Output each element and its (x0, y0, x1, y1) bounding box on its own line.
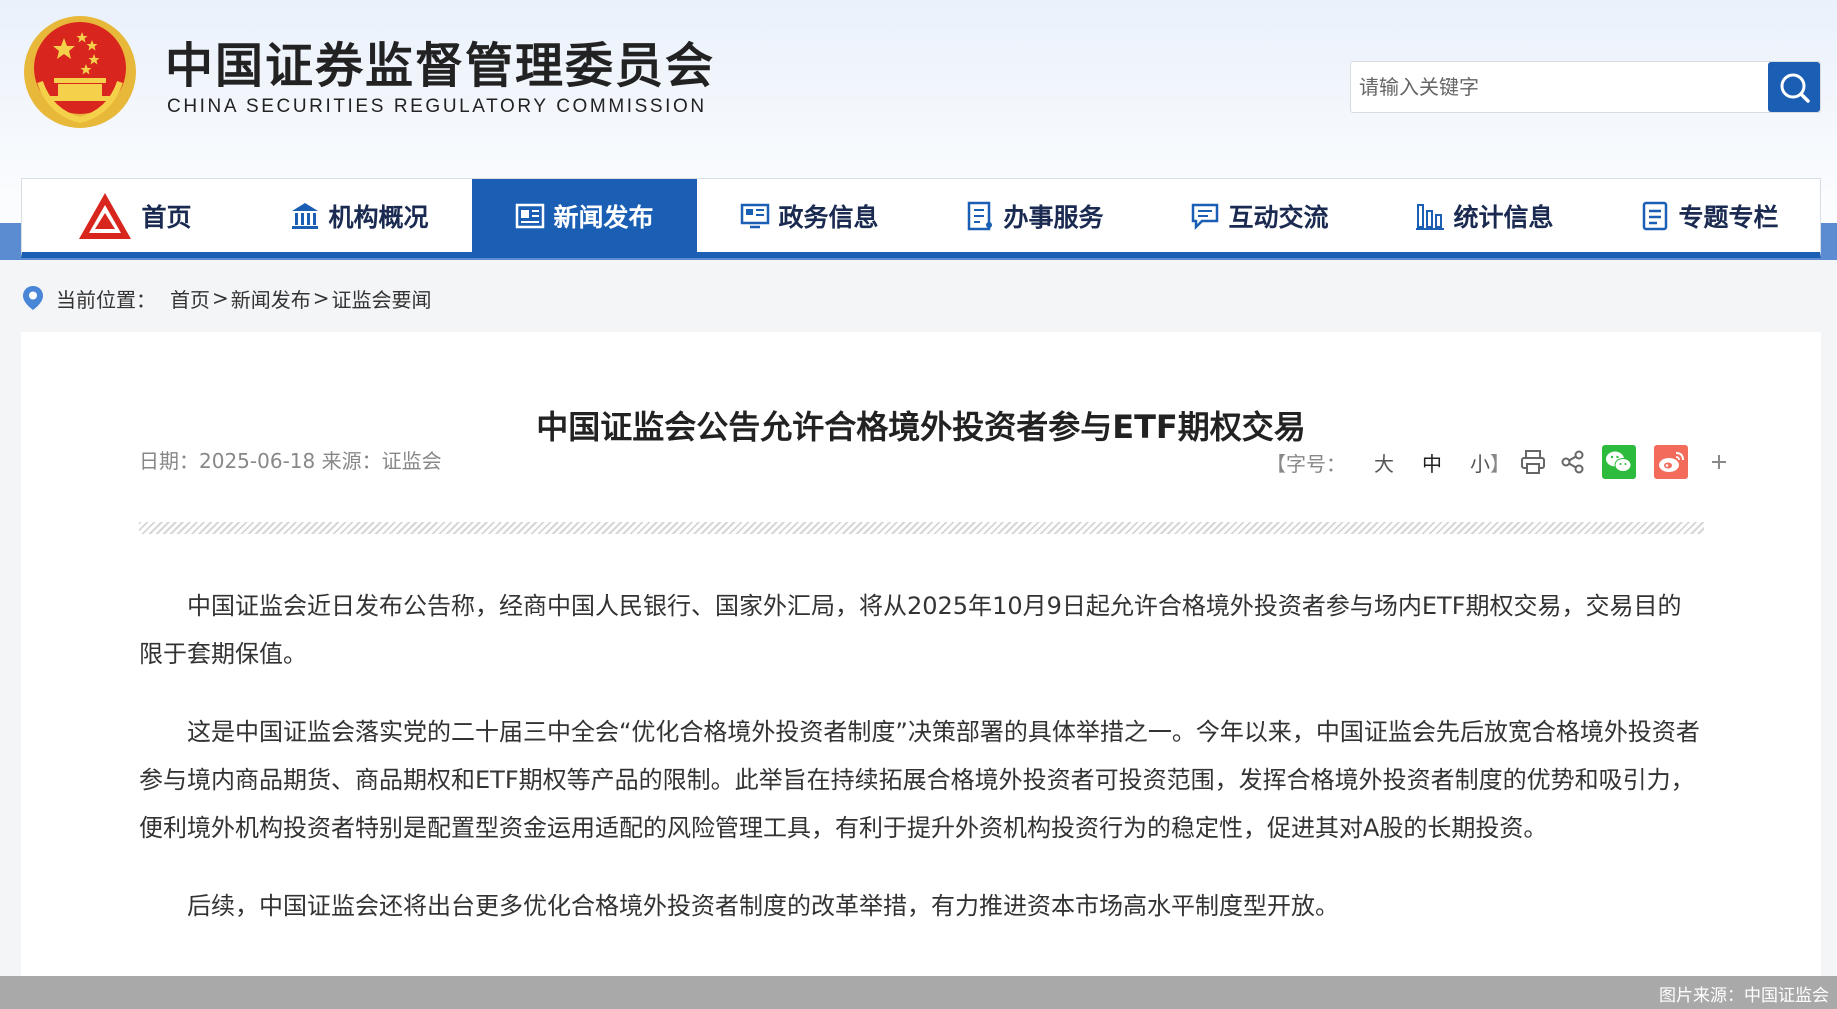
list-icon (1640, 201, 1670, 231)
image-credit: 图片来源：中国证监会 (1659, 986, 1829, 1006)
nav-item-government-info[interactable]: 政务信息 (697, 179, 922, 253)
nav-item-statistics[interactable]: 统计信息 (1372, 179, 1597, 253)
breadcrumb-link-home[interactable]: 首页 (170, 284, 210, 313)
more-plus-icon[interactable] (1702, 445, 1736, 479)
nav-label: 机构概况 (328, 203, 429, 232)
breadcrumb-link-csrc-news[interactable]: 证监会要闻 (332, 284, 432, 313)
site-title-cn[interactable]: 中国证券监督管理委员会 (165, 26, 715, 96)
nav-label: 首页 (141, 203, 192, 232)
search-icon (1780, 73, 1810, 103)
breadcrumb-prefix: 当前位置： (56, 287, 156, 312)
article-tools: 【字号： 大 中 小 】 (1266, 442, 1736, 482)
font-size-label: 【字号： (1266, 451, 1346, 476)
nav-item-news[interactable]: 新闻发布 (472, 179, 697, 253)
title-divider (139, 522, 1704, 534)
breadcrumb-link-news[interactable]: 新闻发布 (231, 284, 311, 313)
article-paragraph: 这是中国证监会落实党的二十届三中全会“优化合格境外投资者制度”决策部署的具体举措… (139, 718, 1700, 842)
nav-label: 统计信息 (1453, 203, 1554, 232)
newspaper-icon (515, 201, 545, 231)
search-input[interactable] (1351, 62, 1769, 112)
print-icon[interactable] (1516, 445, 1550, 479)
nav-item-services[interactable]: 办事服务 (922, 179, 1147, 253)
search-box (1350, 61, 1821, 113)
nav-label: 专题专栏 (1678, 203, 1779, 232)
wechat-share-icon[interactable] (1602, 445, 1636, 479)
image-credit-bar: 图片来源：中国证监会 (0, 976, 1837, 1009)
breadcrumb: 当前位置： 首页 > 新闻发布 > 证监会要闻 (22, 283, 432, 313)
article-body: 中国证监会近日发布公告称，经商中国人民银行、国家外汇局，将从2025年10月9日… (139, 582, 1704, 960)
nav-label: 互动交流 (1228, 203, 1329, 232)
bar-chart-icon (1415, 201, 1445, 231)
document-icon (965, 201, 995, 231)
font-size-small-button[interactable]: 小 (1470, 448, 1490, 477)
nav-label: 办事服务 (1003, 203, 1104, 232)
article-paragraph: 后续，中国证监会还将出台更多优化合格境外投资者制度的改革举措，有力推进资本市场高… (187, 892, 1339, 920)
nav-item-home[interactable]: 首页 (22, 179, 247, 253)
csrc-logo-icon (77, 191, 133, 241)
share-icon[interactable] (1556, 445, 1590, 479)
site-title-en: CHINA SECURITIES REGULATORY COMMISSION (167, 96, 707, 117)
national-emblem-icon[interactable] (20, 12, 140, 132)
breadcrumb-separator: > (212, 286, 229, 310)
weibo-share-icon[interactable] (1654, 445, 1688, 479)
nav-label: 政务信息 (778, 203, 879, 232)
main-nav: 首页 机构概况 新闻发布 政务信息 办事服务 互动交流 统计信息 专题专栏 (21, 178, 1821, 258)
search-button[interactable] (1768, 62, 1820, 112)
nav-item-about[interactable]: 机构概况 (247, 179, 472, 253)
building-icon (290, 201, 320, 231)
font-size-close: 】 (1490, 451, 1510, 476)
nav-label: 新闻发布 (553, 203, 654, 232)
monitor-icon (740, 201, 770, 231)
article-meta: 日期：2025-06-18 来源：证监会 (139, 449, 442, 473)
nav-item-special-topics[interactable]: 专题专栏 (1597, 179, 1822, 253)
chat-icon (1190, 201, 1220, 231)
font-size-large-button[interactable]: 大 (1374, 448, 1394, 477)
breadcrumb-separator: > (312, 286, 330, 310)
article-paragraph: 中国证监会近日发布公告称，经商中国人民银行、国家外汇局，将从2025年10月9日… (139, 592, 1682, 668)
nav-item-interaction[interactable]: 互动交流 (1147, 179, 1372, 253)
location-pin-icon (22, 285, 44, 311)
article-card: 中国证监会公告允许合格境外投资者参与ETF期权交易 日期：2025-06-18 … (21, 332, 1821, 1009)
font-size-medium-button[interactable]: 中 (1422, 448, 1442, 477)
